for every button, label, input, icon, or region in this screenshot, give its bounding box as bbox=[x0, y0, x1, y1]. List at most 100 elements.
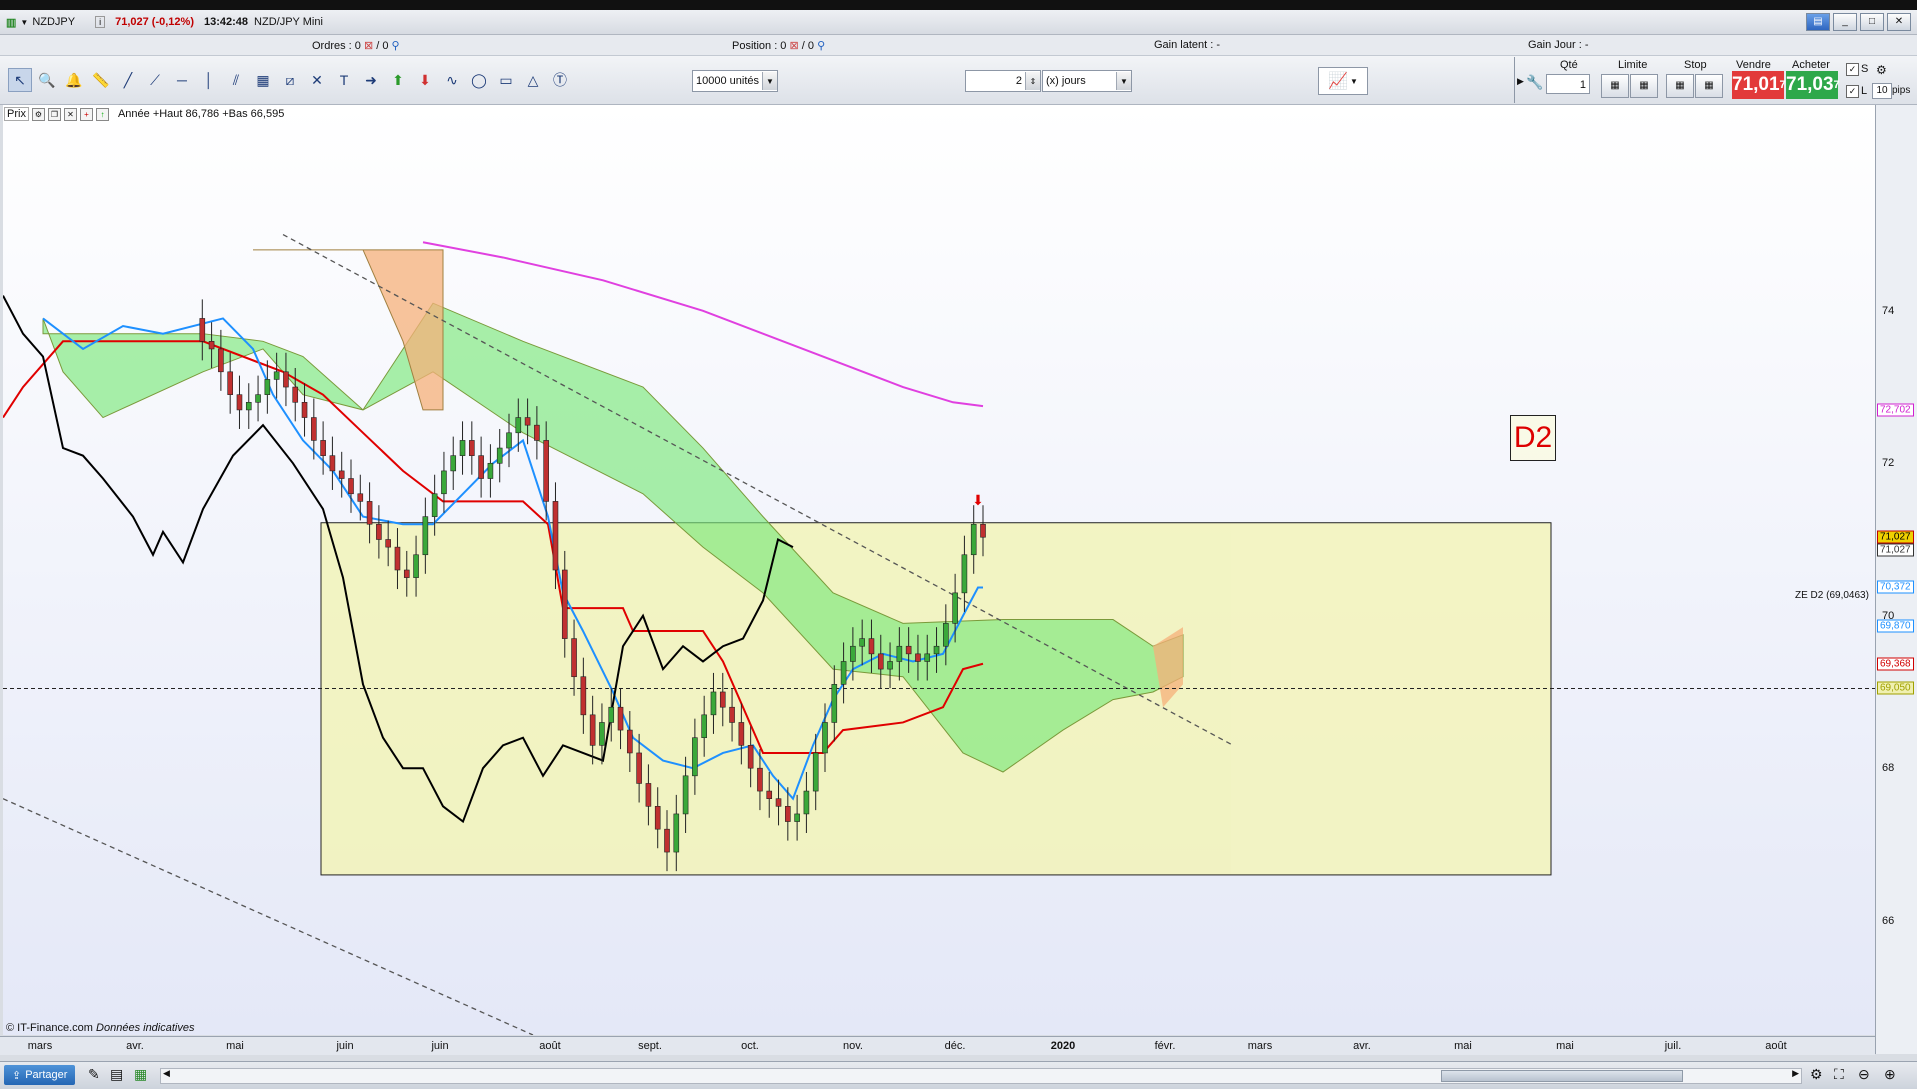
candle-body bbox=[980, 523, 986, 538]
candle-body bbox=[589, 714, 596, 746]
price-chart[interactable]: ⬇ bbox=[3, 105, 1875, 1035]
candle-body bbox=[329, 455, 336, 472]
candle-body bbox=[431, 493, 438, 517]
indicators-button[interactable]: 📈 ▼ bbox=[1318, 67, 1368, 95]
stop-sell-button[interactable]: ▦ bbox=[1695, 74, 1723, 98]
legend-add-icon[interactable]: + bbox=[79, 107, 93, 121]
time-scrollbar[interactable]: ◀ ▶ bbox=[160, 1068, 1802, 1084]
l-checkbox[interactable]: ✓ bbox=[1846, 85, 1859, 98]
price-tag: 70,372 bbox=[1877, 580, 1914, 594]
ruler-icon[interactable]: 📏 bbox=[89, 68, 113, 92]
cross-icon[interactable]: ✕ bbox=[305, 68, 329, 92]
sell-button[interactable]: 71,017 bbox=[1732, 71, 1786, 99]
candle-body bbox=[794, 813, 800, 822]
units-select[interactable]: 10000 unités ▼ bbox=[692, 70, 778, 92]
legend-close-icon[interactable]: ✕ bbox=[63, 107, 77, 121]
fan-icon[interactable]: ⧄ bbox=[278, 68, 302, 92]
x-tick-label: avr. bbox=[1353, 1040, 1371, 1052]
stop-buy-button[interactable]: ▦ bbox=[1666, 74, 1694, 98]
symbol-label: NZDJPY bbox=[32, 16, 76, 28]
price-axis[interactable]: 74 72 70 68 66 72,702 71,027 71,027 70,372 69,870… bbox=[1875, 105, 1917, 1054]
instrument-name: NZD/JPY Mini bbox=[254, 16, 323, 28]
candle-body bbox=[487, 462, 494, 479]
legend-settings-icon[interactable]: ⚙ bbox=[31, 107, 45, 121]
horizontal-line-icon[interactable]: ─ bbox=[170, 68, 194, 92]
s-checkbox[interactable]: ✓ bbox=[1846, 63, 1859, 76]
chevron-down-icon: ▼ bbox=[762, 72, 777, 90]
minimize-button[interactable]: _ bbox=[1833, 13, 1857, 31]
period-unit-select[interactable]: (x) jours ▼ bbox=[1042, 70, 1132, 92]
wrench-icon[interactable]: 🔧 bbox=[1526, 74, 1543, 91]
stop-label: Stop bbox=[1684, 59, 1707, 71]
share-label: Partager bbox=[25, 1069, 68, 1081]
arrow-up-icon[interactable]: ⬆ bbox=[386, 68, 410, 92]
candle-body bbox=[850, 645, 856, 662]
pencil-icon[interactable]: ✎ bbox=[88, 1066, 100, 1083]
scroll-right-icon[interactable]: ▶ bbox=[1792, 1068, 1799, 1079]
ellipse-icon[interactable]: ◯ bbox=[467, 68, 491, 92]
trendline-icon[interactable]: ╱ bbox=[116, 68, 140, 92]
info-icon[interactable]: i bbox=[95, 16, 106, 28]
zoom-in-icon[interactable]: ⊕ bbox=[1884, 1066, 1896, 1083]
zoom-out-icon[interactable]: ⊖ bbox=[1858, 1066, 1870, 1083]
candle-body bbox=[236, 394, 243, 411]
limit-buy-button[interactable]: ▦ bbox=[1601, 74, 1629, 98]
grid-icon[interactable]: ▦ bbox=[134, 1066, 147, 1083]
legend-window-icon[interactable]: ❐ bbox=[47, 107, 61, 121]
bottom-bar: ⇪ Partager ✎ ▤ ▦ ◀ ▶ ⚙ ⛶ ⊖ ⊕ bbox=[0, 1061, 1917, 1089]
x-tick-label: juil. bbox=[1664, 1040, 1682, 1052]
candle-body bbox=[320, 440, 326, 456]
orders-info: Ordres : 0 ⊠ / 0 ⚲ bbox=[312, 40, 400, 52]
chart-settings-icon[interactable]: ⚙ bbox=[1810, 1066, 1823, 1083]
candle-body bbox=[413, 554, 419, 578]
report-icon[interactable]: ▤ bbox=[110, 1066, 123, 1083]
time-axis[interactable]: mars avr. mai juin juin août sept. oct. nov. déc.… bbox=[0, 1036, 1875, 1055]
line-icon[interactable]: ⟋ bbox=[143, 68, 167, 92]
legend-price-label: Prix bbox=[4, 107, 29, 121]
sell-signal-arrow: ⬇ bbox=[972, 493, 984, 509]
pips-input[interactable]: 10 bbox=[1872, 83, 1892, 99]
candle-body bbox=[357, 493, 364, 502]
scroll-thumb[interactable] bbox=[1441, 1070, 1683, 1082]
scroll-left-icon[interactable]: ◀ bbox=[163, 1068, 170, 1079]
price-change: 71,027 (-0,12%) bbox=[115, 16, 194, 28]
note-icon[interactable]: Ⓣ bbox=[548, 68, 572, 92]
curve-icon[interactable]: ∿ bbox=[440, 68, 464, 92]
candle-body bbox=[924, 653, 931, 662]
candle-body bbox=[524, 417, 531, 426]
candle-body bbox=[785, 806, 791, 822]
arrow-down-icon[interactable]: ⬇ bbox=[413, 68, 437, 92]
channel-icon[interactable]: ⫽ bbox=[224, 68, 248, 92]
candle-body bbox=[859, 638, 865, 647]
text-icon[interactable]: T bbox=[332, 68, 356, 92]
close-button[interactable]: ✕ bbox=[1887, 13, 1911, 31]
buy-button[interactable]: 71,037 bbox=[1786, 71, 1840, 99]
dropdown-icon: ▼ bbox=[20, 17, 29, 27]
period-stepper[interactable]: 2 ⇕ bbox=[965, 70, 1041, 92]
alert-bell-icon[interactable]: 🔔 bbox=[62, 68, 86, 92]
legend-up-icon[interactable]: ↑ bbox=[95, 107, 109, 121]
share-button[interactable]: ⇪ Partager bbox=[4, 1065, 76, 1085]
price-tag: 69,368 bbox=[1877, 657, 1914, 671]
candle-body bbox=[208, 341, 215, 350]
triangle-icon[interactable]: △ bbox=[521, 68, 545, 92]
stepper-icon: ⇕ bbox=[1025, 72, 1040, 90]
maximize-button[interactable]: □ bbox=[1860, 13, 1884, 31]
zoom-icon[interactable]: 🔍 bbox=[35, 68, 59, 92]
limit-sell-button[interactable]: ▦ bbox=[1630, 74, 1658, 98]
arrow-right-icon[interactable]: ➜ bbox=[359, 68, 383, 92]
qty-input[interactable]: 1 bbox=[1546, 74, 1590, 94]
vertical-line-icon[interactable]: │ bbox=[197, 68, 221, 92]
candle-body bbox=[943, 623, 949, 647]
settings-icon[interactable]: ⚙ bbox=[1876, 63, 1887, 77]
symbol-selector[interactable]: ▥ ▼ NZDJPY bbox=[6, 16, 75, 29]
fibonacci-icon[interactable]: ▦ bbox=[251, 68, 275, 92]
pointer-icon[interactable]: ↖ bbox=[8, 68, 32, 92]
candle-body bbox=[775, 798, 782, 807]
rectangle-icon[interactable]: ▭ bbox=[494, 68, 518, 92]
collapse-icon[interactable]: ▶ bbox=[1517, 76, 1524, 87]
layout-icon[interactable]: ▤ bbox=[1806, 13, 1830, 31]
x-tick-label: mai bbox=[226, 1040, 244, 1052]
x-tick-label: sept. bbox=[638, 1040, 662, 1052]
zoom-fit-icon[interactable]: ⛶ bbox=[1834, 1066, 1844, 1083]
